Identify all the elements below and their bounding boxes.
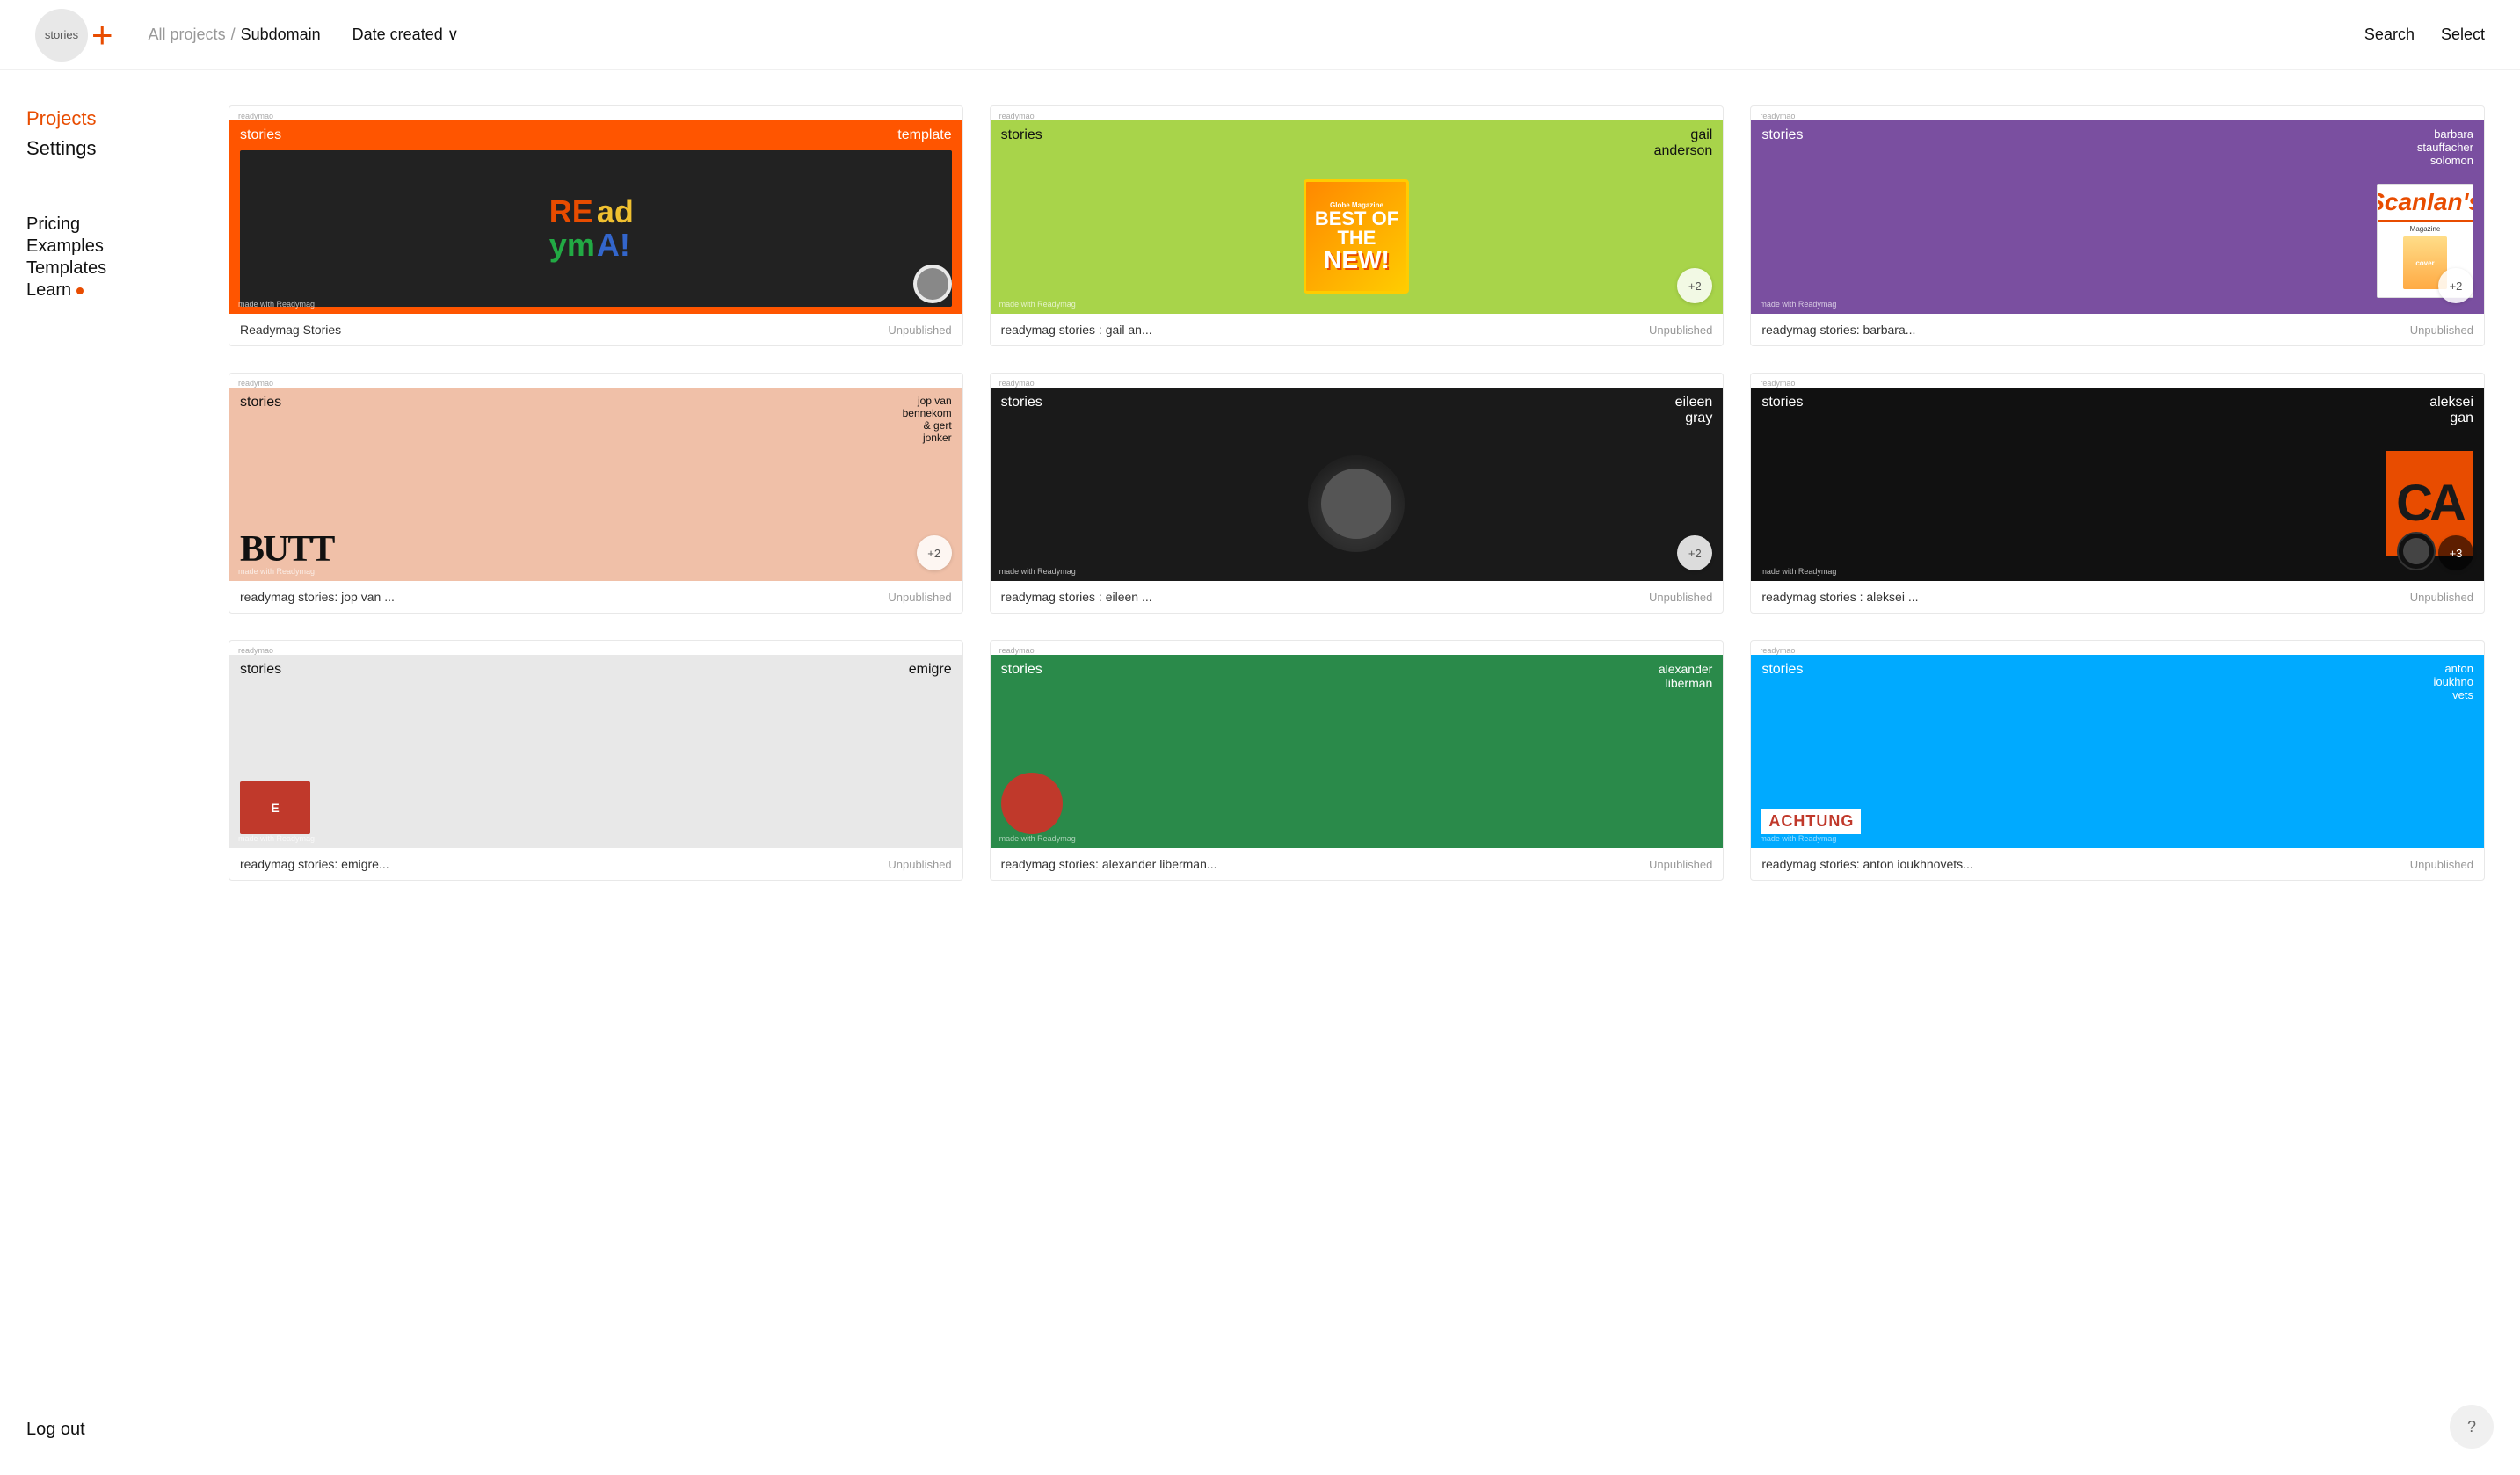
sidebar-item-examples[interactable]: Examples	[26, 236, 167, 257]
card-3-title: readymag stories: barbara...	[1761, 323, 1915, 337]
card-4-badge: +2	[917, 535, 952, 570]
card-3-badge: +2	[2438, 268, 2473, 303]
card-7-status: Unpublished	[888, 858, 951, 871]
card-5-readymag-label: made with Readymag	[999, 567, 1076, 576]
card-3-top-label: readymao	[1751, 106, 2484, 120]
sidebar-item-templates[interactable]: Templates	[26, 258, 167, 279]
card-4-top-label: readymao	[229, 374, 962, 388]
project-card-4[interactable]: readymao stories jop vanbennekom& gertjo…	[229, 373, 963, 614]
card-2-footer: readymag stories : gail an... Unpublishe…	[991, 314, 1724, 345]
project-card-9[interactable]: readymao stories antonioukhnovets ACHTUN…	[1750, 640, 2485, 881]
card-8-thumbnail: stories alexanderliberman made with Read…	[991, 655, 1724, 848]
card-9-footer: readymag stories: anton ioukhnovets... U…	[1751, 848, 2484, 880]
card-6-thumbnail: stories alekseigan CA +3 made with Ready…	[1751, 388, 2484, 581]
card-2-title: readymag stories : gail an...	[1001, 323, 1152, 337]
card-9-top-label: readymao	[1751, 641, 2484, 655]
logo-text: stories	[45, 28, 78, 41]
card-5-status: Unpublished	[1649, 591, 1712, 604]
card-2-top-label: readymao	[991, 106, 1724, 120]
sidebar-bottom: Log out	[26, 1402, 167, 1440]
date-sort-button[interactable]: Date created ∨	[352, 25, 459, 44]
card-5-top-label: readymao	[991, 374, 1724, 388]
logo[interactable]: stories +	[35, 9, 113, 62]
sidebar: Projects Settings Pricing Examples Templ…	[0, 70, 193, 1475]
card-3-thumbnail: stories barbarastauffachersolomon Scanla…	[1751, 120, 2484, 314]
card-7-title: readymag stories: emigre...	[240, 857, 389, 871]
card-9-status: Unpublished	[2410, 858, 2473, 871]
logo-plus-icon: +	[91, 17, 113, 54]
card-1-title: Readymag Stories	[240, 323, 341, 337]
card-8-status: Unpublished	[1649, 858, 1712, 871]
card-8-top-label: readymao	[991, 641, 1724, 655]
search-button[interactable]: Search	[2364, 25, 2415, 44]
card-1-footer: Readymag Stories Unpublished	[229, 314, 962, 345]
project-card-1[interactable]: readymao stories template RE ad ym A!	[229, 105, 963, 346]
card-5-thumbnail: stories eileengray +2 made with Readymag	[991, 388, 1724, 581]
breadcrumb-all-projects[interactable]: All projects	[149, 25, 226, 44]
project-card-2[interactable]: readymao stories gailanderson Globe Maga…	[990, 105, 1725, 346]
card-2-thumbnail: stories gailanderson Globe Magazine BEST…	[991, 120, 1724, 314]
header-actions: Search Select	[2364, 25, 2485, 44]
project-card-8[interactable]: readymao stories alexanderliberman made …	[990, 640, 1725, 881]
sidebar-external-links: Pricing Examples Templates Learn	[26, 214, 167, 301]
card-2-status: Unpublished	[1649, 323, 1712, 337]
card-9-title: readymag stories: anton ioukhnovets...	[1761, 857, 1972, 871]
project-card-7[interactable]: readymao stories emigre E made with Read…	[229, 640, 963, 881]
card-1-readymag-label: made with Readymag	[238, 300, 315, 309]
card-3-readymag-label: made with Readymag	[1760, 300, 1836, 309]
card-6-badge: +3	[2438, 535, 2473, 570]
card-6-footer: readymag stories : aleksei ... Unpublish…	[1751, 581, 2484, 613]
project-card-6[interactable]: readymao stories alekseigan CA	[1750, 373, 2485, 614]
card-1-status: Unpublished	[888, 323, 951, 337]
card-4-status: Unpublished	[888, 591, 951, 604]
card-6-readymag-label: made with Readymag	[1760, 567, 1836, 576]
card-8-title: readymag stories: alexander liberman...	[1001, 857, 1217, 871]
help-button[interactable]: ?	[2450, 1405, 2494, 1449]
sidebar-item-pricing[interactable]: Pricing	[26, 214, 167, 235]
sidebar-nav: Projects Settings	[26, 105, 167, 162]
card-4-thumbnail: stories jop vanbennekom& gertjonker BUTT…	[229, 388, 962, 581]
sidebar-item-settings[interactable]: Settings	[26, 135, 167, 162]
card-8-footer: readymag stories: alexander liberman... …	[991, 848, 1724, 880]
project-card-3[interactable]: readymao stories barbarastauffachersolom…	[1750, 105, 2485, 346]
sidebar-item-learn[interactable]: Learn	[26, 280, 167, 301]
project-card-5[interactable]: readymao stories eileengray +2 made with…	[990, 373, 1725, 614]
main-content: readymao stories template RE ad ym A!	[193, 70, 2520, 916]
help-icon: ?	[2467, 1418, 2476, 1436]
breadcrumb-separator: /	[231, 25, 236, 44]
select-button[interactable]: Select	[2441, 25, 2485, 44]
projects-grid: readymao stories template RE ad ym A!	[229, 105, 2485, 881]
card-7-footer: readymag stories: emigre... Unpublished	[229, 848, 962, 880]
card-1-thumbnail: stories template RE ad ym A!	[229, 120, 962, 314]
card-7-top-label: readymao	[229, 641, 962, 655]
card-4-readymag-label: made with Readymag	[238, 567, 315, 576]
logout-button[interactable]: Log out	[26, 1420, 167, 1440]
breadcrumb-subdomain[interactable]: Subdomain	[241, 25, 321, 44]
card-8-readymag-label: made with Readymag	[999, 834, 1076, 843]
card-7-thumbnail: stories emigre E made with Readymag	[229, 655, 962, 848]
card-4-footer: readymag stories: jop van ... Unpublishe…	[229, 581, 962, 613]
card-4-title: readymag stories: jop van ...	[240, 590, 395, 604]
card-6-status: Unpublished	[2410, 591, 2473, 604]
card-2-readymag-label: made with Readymag	[999, 300, 1076, 309]
learn-label: Learn	[26, 280, 71, 301]
card-6-top-label: readymao	[1751, 374, 2484, 388]
header: stories + All projects / Subdomain Date …	[0, 0, 2520, 70]
card-9-readymag-label: made with Readymag	[1760, 834, 1836, 843]
card-7-readymag-label: made with Readymag	[238, 834, 315, 843]
card-3-footer: readymag stories: barbara... Unpublished	[1751, 314, 2484, 345]
logo-circle: stories	[35, 9, 88, 62]
breadcrumb: All projects / Subdomain Date created ∨	[149, 25, 2364, 44]
card-5-footer: readymag stories : eileen ... Unpublishe…	[991, 581, 1724, 613]
card-5-title: readymag stories : eileen ...	[1001, 590, 1152, 604]
card-1-top-label: readymao	[229, 106, 962, 120]
sidebar-item-projects[interactable]: Projects	[26, 105, 167, 132]
learn-badge-dot	[76, 287, 84, 294]
card-6-title: readymag stories : aleksei ...	[1761, 590, 1918, 604]
card-9-thumbnail: stories antonioukhnovets ACHTUNG made wi…	[1751, 655, 2484, 848]
card-3-status: Unpublished	[2410, 323, 2473, 337]
